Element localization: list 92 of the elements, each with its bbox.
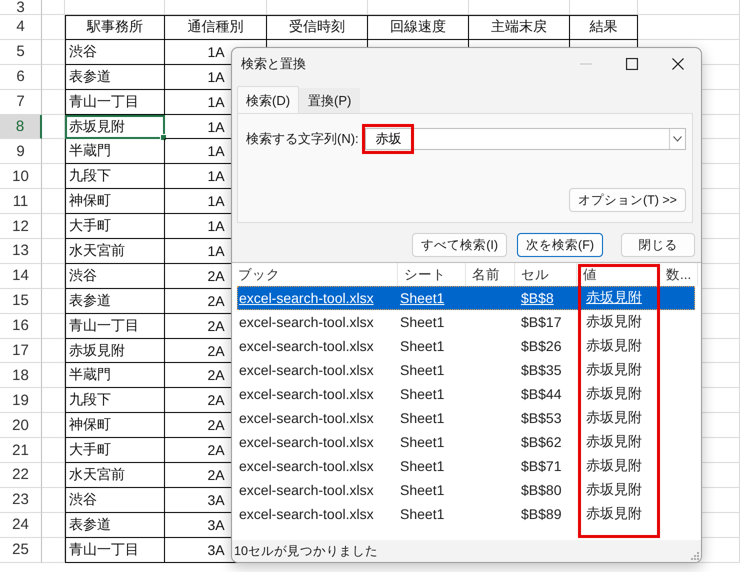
result-cell-text: Sheet1: [399, 290, 446, 306]
row-header[interactable]: 25: [0, 538, 42, 563]
table-cell: 表参道: [65, 512, 165, 538]
table-cell: 神保町: [65, 189, 165, 214]
tab[interactable]: 検索(D): [237, 86, 300, 113]
result-cell-text: Sheet1: [399, 338, 446, 354]
table-cell: 九段下: [65, 388, 165, 414]
row-header[interactable]: 12: [0, 214, 42, 240]
result-cell-text: $B$71: [520, 458, 562, 474]
result-cell-text: 赤坂見附: [585, 289, 643, 307]
row-header[interactable]: 19: [0, 388, 42, 414]
column-header: 駅事務所: [65, 15, 165, 40]
table-cell: 表参道: [65, 288, 165, 314]
result-cell-text: $B$17: [520, 314, 562, 330]
result-cell-text: 赤坂見附: [585, 361, 643, 379]
table-cell: 半蔵門: [65, 363, 165, 388]
result-cell-text: Sheet1: [399, 362, 446, 378]
result-cell-text: $B$53: [520, 410, 562, 426]
result-cell-text: $B$80: [520, 482, 562, 498]
column-header: 結果: [570, 15, 638, 40]
table-cell: 水天宮前: [65, 463, 165, 488]
row-header[interactable]: 5: [0, 40, 42, 65]
result-row[interactable]: excel-search-tool.xlsx Sheet1 $B$8 赤坂見附: [237, 286, 695, 310]
table-cell: 九段下: [65, 164, 165, 190]
row-header[interactable]: 14: [0, 264, 42, 289]
options-button[interactable]: オプション(T) >>: [568, 188, 686, 212]
result-cell-text: 赤坂見附: [585, 313, 643, 331]
dialog-button[interactable]: すべて検索(I): [412, 233, 508, 257]
result-cell-text: Sheet1: [399, 434, 446, 450]
result-cell-text: Sheet1: [399, 458, 446, 474]
row-header[interactable]: 4: [0, 15, 42, 40]
result-cell-text: Sheet1: [399, 410, 446, 426]
row-header[interactable]: 3: [0, 0, 42, 15]
table-cell: 水天宮前: [65, 239, 165, 264]
tab[interactable]: 置換(P): [299, 88, 360, 113]
result-cell-text: $B$62: [520, 434, 562, 450]
table-cell: 青山一丁目: [65, 90, 165, 115]
row-header[interactable]: 7: [0, 90, 42, 115]
column-header: 回線速度: [368, 15, 469, 40]
row-header[interactable]: 22: [0, 463, 42, 488]
result-cell-text: 赤坂見附: [585, 385, 643, 403]
result-cell-text: Sheet1: [399, 386, 446, 402]
search-field[interactable]: 赤坂: [364, 128, 686, 150]
row-header[interactable]: 21: [0, 438, 42, 464]
table-cell: 青山一丁目: [65, 314, 165, 339]
table-cell: 表参道: [65, 64, 165, 90]
column-header: 受信時刻: [267, 15, 368, 40]
result-cell-text: 赤坂見附: [585, 457, 643, 475]
row-header[interactable]: 9: [0, 139, 42, 164]
row-header[interactable]: 16: [0, 314, 42, 339]
column-header: 主端末戻: [469, 15, 570, 40]
column-header: 通信種別: [165, 15, 267, 40]
row-header[interactable]: 20: [0, 413, 42, 438]
result-cell-text: $B$35: [520, 362, 562, 378]
row-header[interactable]: 24: [0, 512, 42, 538]
table-cell: 渋谷: [65, 40, 165, 65]
row-header[interactable]: 23: [0, 488, 42, 513]
result-cell-text: 赤坂見附: [585, 433, 643, 451]
row-header[interactable]: 13: [0, 239, 42, 264]
row-header[interactable]: 15: [0, 288, 42, 314]
dialog-button[interactable]: 次を検索(F): [517, 233, 603, 257]
result-cell-text: Sheet1: [399, 482, 446, 498]
table-cell: 渋谷: [65, 488, 165, 513]
table-cell: 半蔵門: [65, 139, 165, 164]
table-cell: 赤坂見附: [65, 338, 165, 364]
row-header[interactable]: 18: [0, 363, 42, 388]
row-header[interactable]: 10: [0, 164, 42, 190]
result-cell-text: $B$89: [520, 506, 562, 522]
row-header[interactable]: 8: [0, 114, 42, 140]
table-cell: 渋谷: [65, 264, 165, 289]
maximize-icon[interactable]: [626, 58, 638, 70]
table-cell: 大手町: [65, 438, 165, 464]
result-cell-text: Sheet1: [399, 314, 446, 330]
result-cell-text: $B$44: [520, 386, 562, 402]
row-header[interactable]: 6: [0, 64, 42, 90]
result-cell-text: Sheet1: [399, 506, 446, 522]
row-header[interactable]: 11: [0, 189, 42, 214]
dropdown-arrow-icon[interactable]: [669, 129, 685, 149]
dialog-button[interactable]: 閉じる: [621, 233, 695, 257]
result-cell-text: $B$8: [520, 290, 555, 306]
close-icon[interactable]: [672, 58, 684, 70]
row-header[interactable]: 17: [0, 338, 42, 364]
table-cell: 赤坂見附: [65, 114, 165, 140]
result-cell-text: 赤坂見附: [585, 505, 643, 523]
result-cell-text: 赤坂見附: [585, 337, 643, 355]
result-cell-text: 赤坂見附: [585, 409, 643, 427]
table-cell: 神保町: [65, 413, 165, 438]
resize-grip-icon[interactable]: [691, 552, 699, 560]
result-cell-text: $B$26: [520, 338, 562, 354]
result-cell-text: 赤坂見附: [585, 481, 643, 499]
table-cell: 青山一丁目: [65, 538, 165, 563]
table-cell: 大手町: [65, 214, 165, 240]
